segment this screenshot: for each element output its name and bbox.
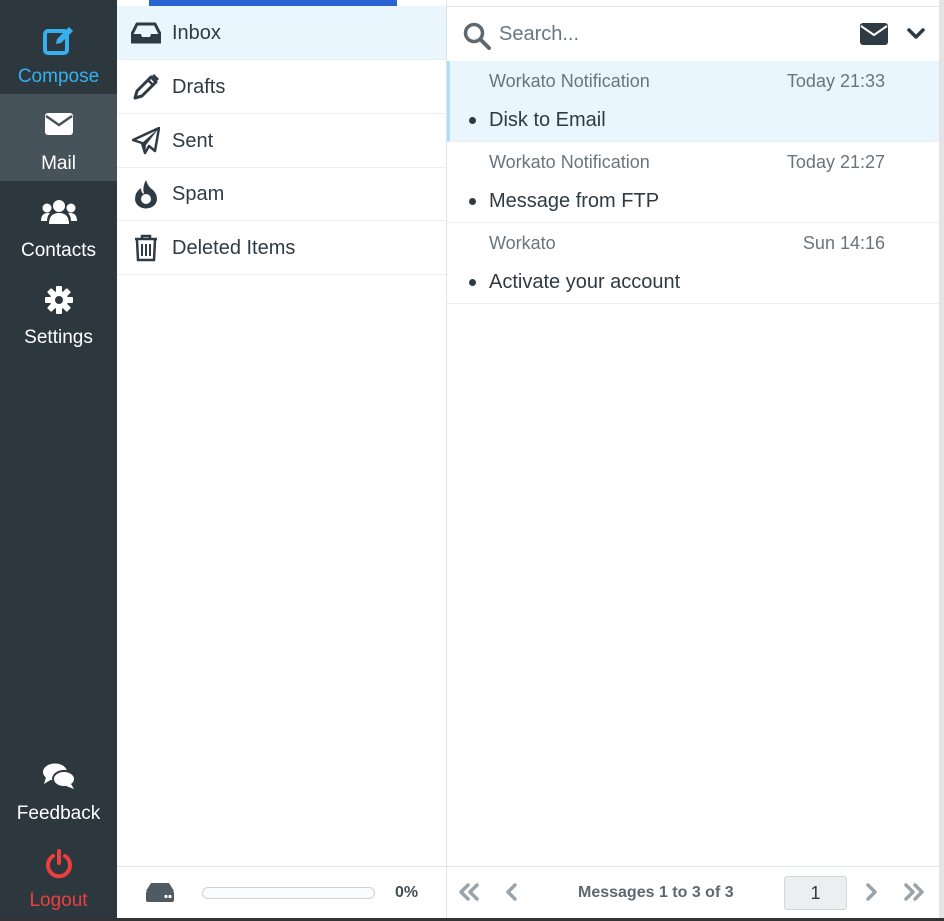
pencil-icon <box>131 72 161 102</box>
pagination-text: Messages 1 to 3 of 3 <box>578 884 734 901</box>
window-edge-right <box>939 0 944 921</box>
unread-dot-icon <box>469 279 476 286</box>
main-navigation: Compose Mail Contacts Settings Feedback … <box>0 0 117 918</box>
feedback-label: Feedback <box>16 803 101 824</box>
message-date: Today 21:33 <box>786 71 885 91</box>
feedback-button[interactable]: Feedback <box>0 744 117 831</box>
page-number-input[interactable]: 1 <box>784 876 847 910</box>
message-subject: Disk to Email <box>489 109 606 131</box>
chevron-down-icon[interactable] <box>907 27 925 45</box>
previous-page-icon[interactable] <box>505 883 519 906</box>
mail-button[interactable]: Mail <box>0 94 117 181</box>
users-icon <box>0 199 117 229</box>
power-icon <box>0 849 117 879</box>
quota-progress-bar <box>202 887 375 899</box>
search-input[interactable] <box>499 19 839 49</box>
message-subject: Activate your account <box>489 271 681 293</box>
compose-icon <box>0 25 117 55</box>
folder-label: Sent <box>172 130 214 152</box>
logout-label: Logout <box>29 890 88 911</box>
quota-percent: 0% <box>395 884 419 901</box>
folder-label: Inbox <box>172 22 221 44</box>
folder-drafts[interactable]: Drafts <box>117 60 446 114</box>
compose-button[interactable]: Compose <box>0 7 117 94</box>
next-page-icon[interactable] <box>864 883 878 906</box>
contacts-button[interactable]: Contacts <box>0 181 117 268</box>
search-bar <box>447 6 939 61</box>
envelope-icon[interactable] <box>860 23 888 50</box>
settings-button[interactable]: Settings <box>0 268 117 355</box>
search-icon <box>463 22 491 55</box>
pagination-bar: Messages 1 to 3 of 3 1 <box>447 866 939 918</box>
contacts-label: Contacts <box>21 240 96 261</box>
storage-quota: 0% <box>117 866 446 918</box>
message-list-panel: Workato Notification Today 21:33 Disk to… <box>447 0 939 918</box>
message-row[interactable]: Workato Notification Today 21:33 Disk to… <box>447 61 939 142</box>
message-sender: Workato Notification <box>489 152 650 172</box>
folder-spam[interactable]: Spam <box>117 167 446 221</box>
comments-icon <box>0 762 117 792</box>
folder-deleted-items[interactable]: Deleted Items <box>117 221 446 275</box>
first-page-icon[interactable] <box>457 883 481 906</box>
gear-icon <box>0 286 117 316</box>
message-row[interactable]: Workato Sun 14:16 Activate your account <box>447 223 939 304</box>
folder-label: Deleted Items <box>172 237 296 259</box>
envelope-icon <box>0 112 117 142</box>
compose-label: Compose <box>17 66 100 87</box>
logout-button[interactable]: Logout <box>0 831 117 918</box>
unread-dot-icon <box>469 198 476 205</box>
trash-icon <box>131 233 161 263</box>
settings-label: Settings <box>24 327 93 348</box>
unread-dot-icon <box>469 117 476 124</box>
folder-panel: Inbox Drafts Sent Spam Deleted Items 0% <box>117 0 447 918</box>
message-sender: Workato Notification <box>489 71 650 91</box>
message-sender: Workato <box>489 233 556 253</box>
message-date: Sun 14:16 <box>802 233 885 253</box>
message-subject: Message from FTP <box>489 190 660 212</box>
folder-label: Drafts <box>172 76 226 98</box>
last-page-icon[interactable] <box>902 883 926 906</box>
folder-sent[interactable]: Sent <box>117 114 446 168</box>
paper-plane-icon <box>131 126 161 156</box>
inbox-icon <box>131 18 161 48</box>
folder-inbox[interactable]: Inbox <box>117 6 446 60</box>
folder-label: Spam <box>172 183 225 205</box>
message-date: Today 21:27 <box>786 152 885 172</box>
fire-icon <box>131 179 161 209</box>
mail-label: Mail <box>41 153 76 174</box>
hard-drive-icon <box>145 881 175 908</box>
message-row[interactable]: Workato Notification Today 21:27 Message… <box>447 142 939 223</box>
